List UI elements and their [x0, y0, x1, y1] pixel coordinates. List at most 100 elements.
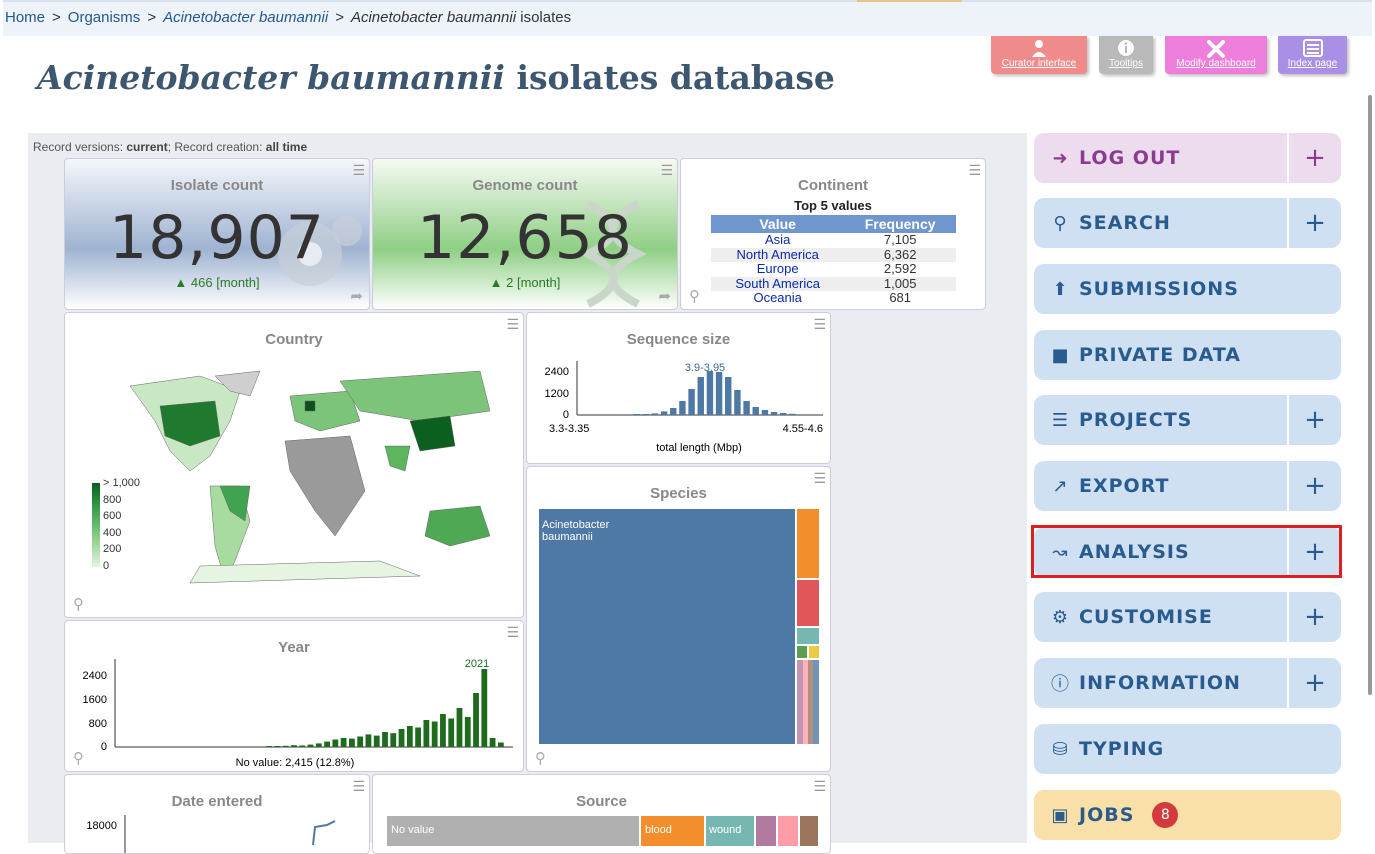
source-segment[interactable]	[756, 816, 776, 846]
chart-bar[interactable]	[423, 720, 430, 747]
continent-value[interactable]: South America	[711, 276, 845, 291]
magnifier-icon[interactable]: ⚲	[689, 287, 700, 305]
breadcrumb-organisms[interactable]: Organisms	[68, 9, 141, 26]
logout-expand-button[interactable]: +	[1287, 133, 1341, 183]
settings-sliders-icon[interactable]: ☰	[506, 317, 519, 333]
chart-bar[interactable]	[390, 733, 397, 747]
chart-bar[interactable]	[770, 412, 778, 415]
continent-value[interactable]: Asia	[711, 233, 844, 248]
chart-bar[interactable]	[291, 745, 297, 747]
treemap-cell[interactable]	[809, 646, 819, 658]
chart-bar[interactable]	[780, 413, 787, 415]
year-widget[interactable]: Year 2400 1600 800 0 2021 No value: 2,41…	[64, 620, 524, 772]
chart-bar[interactable]	[282, 745, 289, 747]
source-segment[interactable]: blood	[641, 816, 704, 846]
chart-bar[interactable]	[464, 717, 471, 747]
chart-bar[interactable]	[299, 745, 306, 748]
settings-sliders-icon[interactable]: ☰	[813, 779, 826, 795]
treemap-small-cells[interactable]	[797, 660, 819, 744]
chart-bar[interactable]	[651, 413, 659, 415]
settings-sliders-icon[interactable]: ☰	[352, 779, 365, 795]
chart-bar[interactable]	[670, 408, 677, 415]
chart-bar[interactable]	[706, 371, 714, 415]
chart-bar[interactable]	[789, 413, 796, 415]
country-widget[interactable]: Country > 1,000 800 600 400 200 0 ☰ ⚲	[64, 312, 524, 618]
sequence-size-widget[interactable]: Sequence size 2400 1200 0 3.9-3.95 3.3-3…	[526, 312, 831, 464]
chart-bar[interactable]	[365, 734, 372, 747]
private-data-button[interactable]: ■ PRIVATE DATA	[1034, 330, 1285, 380]
source-segment[interactable]	[800, 816, 818, 846]
share-icon[interactable]: ➦	[350, 287, 363, 305]
submissions-button[interactable]: ⬆ SUBMISSIONS	[1034, 264, 1285, 314]
chart-bar[interactable]	[679, 401, 686, 415]
chart-bar[interactable]	[481, 669, 488, 747]
chart-bar[interactable]	[688, 389, 695, 415]
chart-bar[interactable]	[697, 377, 704, 415]
search-button[interactable]: ⚲ SEARCH	[1034, 198, 1285, 248]
tooltips-button[interactable]: Tooltips	[1099, 36, 1153, 74]
information-button[interactable]: ⓘ INFORMATION	[1034, 658, 1285, 708]
source-widget[interactable]: Source No value blood wound ☰	[372, 774, 831, 854]
species-widget[interactable]: Species Acinetobacter baumannii ☰ ⚲	[526, 466, 831, 772]
chart-bar[interactable]	[382, 732, 388, 747]
chart-bar[interactable]	[752, 407, 759, 415]
typing-button[interactable]: ⛁ TYPING	[1034, 724, 1285, 774]
chart-bar[interactable]	[357, 736, 364, 748]
settings-sliders-icon[interactable]: ☰	[506, 625, 519, 641]
chart-bar[interactable]	[340, 738, 347, 747]
continent-value[interactable]: Europe	[711, 262, 844, 277]
source-segment[interactable]: No value	[387, 816, 639, 846]
chart-bar[interactable]	[349, 738, 355, 747]
jobs-button[interactable]: ▣ JOBS 8	[1034, 790, 1285, 840]
treemap-main[interactable]: Acinetobacter baumannii	[539, 509, 795, 744]
isolate-count-widget[interactable]: Isolate count 18,907 ▲ 466 [month] ☰ ➦	[64, 158, 370, 310]
projects-expand-button[interactable]: +	[1287, 395, 1341, 445]
breadcrumb-home[interactable]: Home	[5, 9, 45, 26]
chart-bar[interactable]	[332, 739, 339, 748]
chart-bar[interactable]	[315, 743, 322, 747]
export-button[interactable]: ↗ EXPORT	[1034, 461, 1285, 511]
source-segment[interactable]: wound	[706, 816, 754, 846]
customise-expand-button[interactable]: +	[1287, 592, 1341, 642]
chart-bar[interactable]	[373, 735, 380, 747]
treemap-cell[interactable]	[797, 509, 819, 578]
chart-bar[interactable]	[734, 390, 741, 415]
genome-count-widget[interactable]: Genome count 12,658 ▲ 2 [month] ☰ ➦	[372, 158, 678, 310]
continent-widget[interactable]: Continent Top 5 values Value Frequency As…	[680, 158, 986, 310]
modify-dashboard-button[interactable]: Modify dashboard	[1165, 36, 1267, 74]
settings-sliders-icon[interactable]: ☰	[352, 163, 365, 179]
chart-bar[interactable]	[324, 741, 330, 747]
magnifier-icon[interactable]: ⚲	[73, 749, 84, 767]
projects-button[interactable]: ☰ PROJECTS	[1034, 395, 1285, 445]
chart-bar[interactable]	[440, 714, 446, 747]
magnifier-icon[interactable]: ⚲	[73, 595, 84, 613]
chart-bar[interactable]	[431, 721, 438, 748]
treemap-cell[interactable]	[797, 580, 819, 626]
curator-interface-button[interactable]: Curator interface	[991, 36, 1087, 74]
export-expand-button[interactable]: +	[1287, 461, 1341, 511]
settings-sliders-icon[interactable]: ☰	[813, 317, 826, 333]
chart-bar[interactable]	[473, 693, 479, 747]
continent-value[interactable]: Oceania	[711, 291, 844, 306]
search-expand-button[interactable]: +	[1287, 198, 1341, 248]
continent-value[interactable]: North America	[711, 247, 845, 262]
chart-bar[interactable]	[761, 410, 769, 415]
chart-bar[interactable]	[456, 708, 463, 747]
treemap-cell[interactable]	[797, 646, 807, 658]
index-page-button[interactable]: Index page	[1278, 36, 1347, 74]
chart-bar[interactable]	[406, 726, 413, 747]
chart-bar[interactable]	[448, 718, 455, 748]
scrollbar[interactable]	[1368, 95, 1372, 695]
chart-bar[interactable]	[715, 372, 723, 415]
settings-sliders-icon[interactable]: ☰	[660, 163, 673, 179]
chart-bar[interactable]	[725, 377, 732, 415]
chart-bar[interactable]	[497, 742, 504, 748]
chart-bar[interactable]	[266, 746, 273, 747]
share-icon[interactable]: ➦	[658, 287, 671, 305]
chart-bar[interactable]	[489, 738, 496, 747]
logout-button[interactable]: ➜ LOG OUT	[1034, 133, 1285, 183]
chart-bar[interactable]	[743, 401, 750, 415]
magnifier-icon[interactable]: ⚲	[535, 749, 546, 767]
chart-bar[interactable]	[274, 746, 281, 747]
chart-bar[interactable]	[398, 729, 405, 747]
